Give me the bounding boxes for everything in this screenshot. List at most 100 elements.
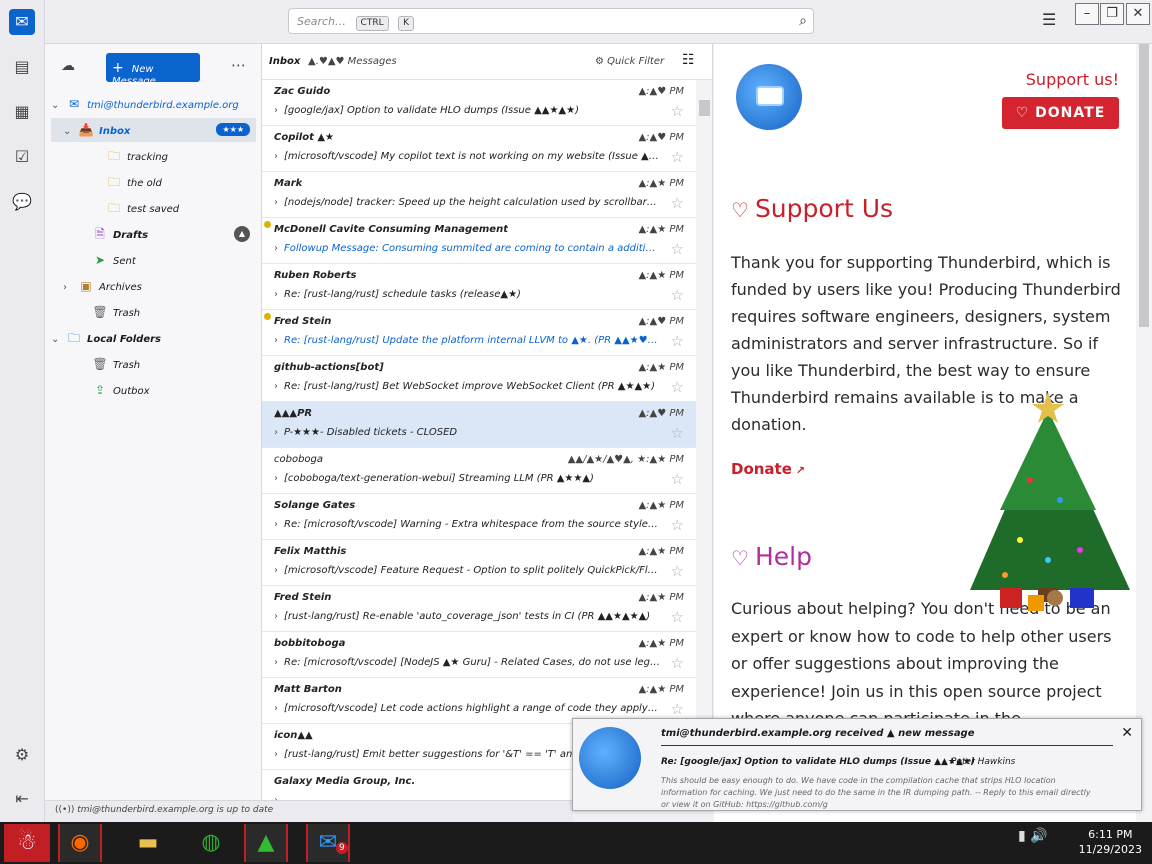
calendar-icon[interactable]: ▦ bbox=[9, 99, 35, 125]
folder-trash[interactable]: 🗑 Trash bbox=[51, 300, 256, 324]
get-messages-icon[interactable]: ☁ bbox=[61, 58, 75, 74]
message-row[interactable]: Felix Matthis ▲:▲★ PM › [microsoft/vscode] … bbox=[262, 540, 696, 586]
new-mail-notification[interactable]: tmi@thunderbird.example.org received ▲ n… bbox=[572, 718, 1142, 811]
thread-chevron-icon[interactable]: › bbox=[274, 197, 278, 208]
firefox-icon[interactable]: ◉ bbox=[58, 824, 102, 862]
app-menu-icon[interactable]: ☰ bbox=[1042, 10, 1056, 29]
message-row[interactable]: Solange Gates ▲:▲★ PM › Re: [microsoft/vsco… bbox=[262, 494, 696, 540]
folder-archives[interactable]: › ▣ Archives bbox=[51, 274, 256, 298]
thread-chevron-icon[interactable]: › bbox=[274, 335, 278, 346]
message-subject: › Re: [rust-lang/rust] schedule tasks (re… bbox=[274, 289, 660, 300]
thread-chevron-icon[interactable]: › bbox=[274, 565, 278, 576]
star-icon[interactable]: ☆ bbox=[671, 240, 684, 258]
message-row[interactable]: Ruben Roberts ▲:▲★ PM › Re: [rust-lang/rust… bbox=[262, 264, 696, 310]
thread-chevron-icon[interactable]: › bbox=[274, 703, 278, 714]
thread-chevron-icon[interactable]: › bbox=[274, 657, 278, 668]
mail-space-icon[interactable]: ✉ bbox=[9, 9, 35, 35]
star-icon[interactable]: ☆ bbox=[671, 470, 684, 488]
collapse-chevron-icon[interactable]: ⌄ bbox=[63, 120, 77, 144]
thread-chevron-icon[interactable]: › bbox=[274, 473, 278, 484]
folder-pane-menu-icon[interactable]: ⋯ bbox=[231, 56, 246, 74]
thread-chevron-icon[interactable]: › bbox=[274, 749, 278, 760]
folder-inbox[interactable]: ⌄ 📥 Inbox ★★★ bbox=[51, 118, 256, 142]
message-date: ▲:▲★ PM bbox=[638, 546, 684, 557]
chrome-icon[interactable]: ◍ bbox=[189, 824, 233, 862]
activity-icon[interactable]: ((•)) bbox=[55, 805, 77, 815]
restore-button[interactable]: ❐ bbox=[1100, 3, 1124, 25]
message-row[interactable]: Mark ▲:▲★ PM › [nodejs/node] tracker: Speed… bbox=[262, 172, 696, 218]
account-row[interactable]: ⌄ ✉ tmi@thunderbird.example.org bbox=[51, 92, 256, 116]
star-icon[interactable]: ☆ bbox=[671, 516, 684, 534]
folder-the-old[interactable]: 🗀 the old bbox=[51, 170, 256, 194]
search-icon[interactable]: ⌕ bbox=[799, 13, 807, 29]
folder-sent[interactable]: ➤ Sent bbox=[51, 248, 256, 272]
collapse-chevron-icon[interactable]: ⌄ bbox=[51, 94, 65, 118]
star-icon[interactable]: ☆ bbox=[671, 194, 684, 212]
thread-chevron-icon[interactable]: › bbox=[274, 151, 278, 162]
quick-filter-button[interactable]: ⚙ Quick Filter bbox=[595, 56, 664, 67]
scrollbar-thumb[interactable] bbox=[699, 100, 710, 116]
thunderbird-taskbar-icon[interactable]: ✉ 9 bbox=[306, 824, 350, 862]
message-row[interactable]: bobbitoboga ▲:▲★ PM › Re: [microsoft/vscode… bbox=[262, 632, 696, 678]
new-message-button[interactable]: + New Message bbox=[106, 53, 200, 87]
star-icon[interactable]: ☆ bbox=[671, 562, 684, 580]
search-input[interactable]: Search… CTRL K ⌕ bbox=[288, 8, 814, 34]
folder-local-trash[interactable]: 🗑 Trash bbox=[51, 352, 256, 376]
thread-chevron-icon[interactable]: › bbox=[274, 427, 278, 438]
star-icon[interactable]: ☆ bbox=[671, 654, 684, 672]
thread-chevron-icon[interactable]: › bbox=[274, 519, 278, 530]
plus-icon: + bbox=[112, 60, 124, 76]
close-icon[interactable]: ✕ bbox=[1121, 725, 1133, 741]
chat-icon[interactable]: 💬 bbox=[9, 189, 35, 215]
donate-button[interactable]: ♡ DONATE bbox=[1002, 97, 1119, 129]
star-icon[interactable]: ☆ bbox=[671, 102, 684, 120]
address-book-icon[interactable]: ▤ bbox=[9, 54, 35, 80]
list-view-options-icon[interactable]: ☷ bbox=[682, 52, 695, 68]
message-date: ▲▲/▲★/▲♥▲, ★:▲★ PM bbox=[567, 454, 684, 465]
message-list-scrollbar[interactable] bbox=[696, 80, 712, 800]
folder-drafts[interactable]: 🗎 Drafts ▲ bbox=[51, 222, 256, 246]
battery-icon[interactable]: ▮ bbox=[1018, 828, 1026, 844]
drafts-count-badge: ▲ bbox=[234, 226, 250, 242]
thread-chevron-icon[interactable]: › bbox=[274, 611, 278, 622]
system-tray[interactable]: ▮ 🔊 bbox=[1018, 828, 1070, 858]
settings-gear-icon[interactable]: ⚙ bbox=[9, 742, 35, 768]
tasks-icon[interactable]: ☑ bbox=[9, 144, 35, 170]
thread-chevron-icon[interactable]: › bbox=[274, 381, 278, 392]
collapse-chevron-icon[interactable]: ⌄ bbox=[51, 328, 65, 352]
collapse-toolbar-icon[interactable]: ⇤ bbox=[9, 786, 35, 812]
message-row[interactable]: Fred Stein ▲:▲♥ PM › Re: [rust-lang/rust] U… bbox=[262, 310, 696, 356]
message-row[interactable]: McDonell Cavite Consuming Management ▲:▲★… bbox=[262, 218, 696, 264]
folder-outbox[interactable]: ⇪ Outbox bbox=[51, 378, 256, 402]
message-row[interactable]: Zac Guido ▲:▲♥ PM › [google/jax] Option to … bbox=[262, 80, 696, 126]
file-explorer-icon[interactable]: ▬ bbox=[126, 824, 170, 862]
star-icon[interactable]: ☆ bbox=[671, 286, 684, 304]
star-icon[interactable]: ☆ bbox=[671, 424, 684, 442]
minimize-button[interactable]: – bbox=[1075, 3, 1099, 25]
message-row[interactable]: Fred Stein ▲:▲★ PM › [rust-lang/rust] Re-en… bbox=[262, 586, 696, 632]
expand-chevron-icon[interactable]: › bbox=[63, 276, 77, 300]
message-row[interactable]: Copilot ▲★ ▲:▲♥ PM › [microsoft/vscode] My … bbox=[262, 126, 696, 172]
thread-chevron-icon[interactable]: › bbox=[274, 243, 278, 254]
thread-chevron-icon[interactable]: › bbox=[274, 105, 278, 116]
folder-tracking[interactable]: 🗀 tracking bbox=[51, 144, 256, 168]
message-row[interactable]: github-actions[bot] ▲:▲★ PM › Re: [rust-lan… bbox=[262, 356, 696, 402]
start-button-icon[interactable]: ☃ bbox=[4, 824, 50, 862]
message-row[interactable]: coboboga ▲▲/▲★/▲♥▲, ★:▲★ PM › [coboboga/tex… bbox=[262, 448, 696, 494]
star-icon[interactable]: ☆ bbox=[671, 378, 684, 396]
local-folders-row[interactable]: ⌄ 🗀 Local Folders bbox=[51, 326, 256, 350]
star-icon[interactable]: ☆ bbox=[671, 332, 684, 350]
star-icon[interactable]: ☆ bbox=[671, 700, 684, 718]
star-icon[interactable]: ☆ bbox=[671, 148, 684, 166]
donate-link[interactable]: Donate ↗ bbox=[731, 460, 805, 478]
support-us-link[interactable]: Support us! bbox=[1026, 70, 1119, 89]
volume-icon[interactable]: 🔊 bbox=[1030, 828, 1047, 844]
scrollbar-thumb[interactable] bbox=[1139, 44, 1149, 327]
folder-test-saved[interactable]: 🗀 test saved bbox=[51, 196, 256, 220]
thread-chevron-icon[interactable]: › bbox=[274, 289, 278, 300]
close-window-button[interactable]: ✕ bbox=[1126, 3, 1150, 25]
tree-app-icon[interactable]: ▲ bbox=[244, 824, 288, 862]
star-icon[interactable]: ☆ bbox=[671, 608, 684, 626]
clock[interactable]: 6:11 PM 11/29/2023 bbox=[1079, 827, 1142, 857]
message-row[interactable]: ▲▲▲PR ▲:▲♥ PM › P-★★★- Disabled tickets - C… bbox=[262, 402, 696, 448]
